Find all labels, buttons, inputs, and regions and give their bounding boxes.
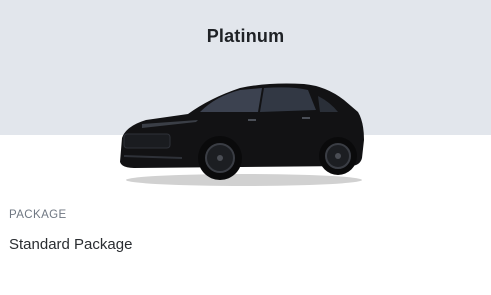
package-value: Standard Package: [9, 236, 133, 253]
package-label: PACKAGE: [9, 209, 67, 221]
trim-title: Platinum: [206, 26, 285, 46]
car-image: [120, 83, 364, 186]
trim-card[interactable]: Platinum PACKAGE Standard Package: [0, 0, 491, 295]
